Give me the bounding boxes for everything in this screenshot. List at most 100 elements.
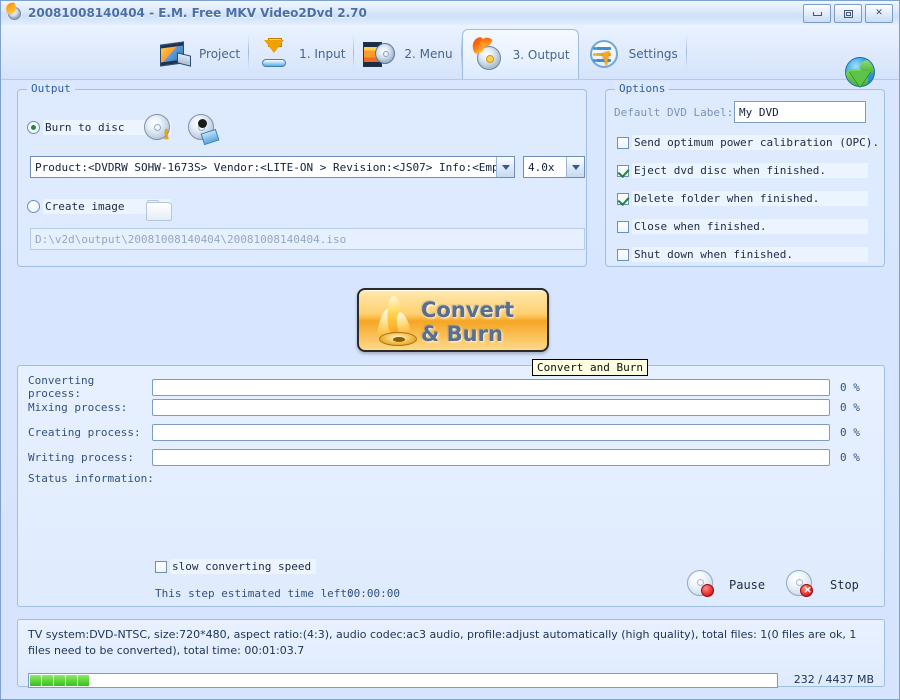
toolbar-item-project[interactable]: Project — [149, 31, 248, 77]
delete-folder-label: Delete folder when finished. — [632, 191, 868, 206]
minimize-button[interactable] — [803, 4, 831, 23]
convert-button-line2: & Burn — [421, 322, 503, 346]
eta-label: This step estimated time left: — [155, 587, 354, 600]
progress-row-writing: Writing process: 0 % — [28, 449, 880, 466]
chevron-down-icon[interactable] — [496, 157, 514, 177]
chevron-down-icon[interactable] — [566, 157, 584, 177]
mixing-process-bar — [152, 399, 830, 416]
main-toolbar: Project 1. Input 2. Menu 3. Output Setti… — [1, 25, 899, 87]
close-when-finished-label: Close when finished. — [632, 219, 868, 234]
application-window: 20081008140404 - E.M. Free MKV Video2Dvd… — [0, 0, 900, 700]
output-group: Output Burn to disc i Product:<DVDRW SOH… — [17, 82, 587, 267]
status-info-text: TV system:DVD-NTSC, size:720*480, aspect… — [28, 628, 857, 657]
toolbar-item-menu[interactable]: 2. Menu — [354, 31, 460, 77]
down-arrow-icon — [257, 37, 291, 71]
drive-select[interactable]: Product:<DVDRW SOHW-1673S> Vendor:<LITE-… — [30, 156, 515, 178]
status-information-label: Status information: — [28, 472, 154, 485]
toolbar-label-menu: 2. Menu — [404, 47, 453, 61]
image-path-value: D:\v2d\output\20081008140404\20081008140… — [35, 232, 347, 246]
window-controls: ✕ — [803, 4, 893, 23]
shutdown-label: Shut down when finished. — [632, 247, 868, 262]
toolbar-item-input[interactable]: 1. Input — [249, 31, 353, 77]
minimize-icon — [812, 11, 822, 16]
dvd-label-value: My DVD — [739, 105, 779, 119]
disc-stop-icon[interactable] — [786, 570, 813, 597]
dvd-label-caption: Default DVD Label: — [614, 106, 734, 119]
toolbar-item-output[interactable]: 3. Output — [461, 29, 579, 79]
maximize-icon — [843, 9, 853, 18]
mixing-process-percent: 0 % — [840, 401, 860, 414]
progress-panel: Converting process: 0 % Mixing process: … — [17, 365, 885, 607]
status-bar-panel: TV system:DVD-NTSC, size:720*480, aspect… — [17, 619, 885, 688]
close-icon: ✕ — [875, 8, 883, 18]
slow-converting-speed-label: slow converting speed — [170, 559, 316, 574]
converting-process-percent: 0 % — [840, 380, 860, 394]
disc-usage-fill — [30, 675, 776, 686]
checkbox-row-opc[interactable]: Send optimum power calibration (OPC). — [617, 135, 880, 150]
progress-row-creating: Creating process: 0 % — [28, 424, 880, 441]
maximize-button[interactable] — [834, 4, 862, 23]
output-group-title: Output — [27, 82, 75, 95]
checkbox-row-close[interactable]: Close when finished. — [617, 219, 868, 234]
stop-button-label[interactable]: Stop — [830, 578, 859, 592]
create-image-radio[interactable] — [27, 200, 40, 213]
checkbox-row-eject[interactable]: Eject dvd disc when finished. — [617, 163, 868, 178]
settings-list-cursor-icon — [587, 37, 621, 71]
opc-checkbox[interactable] — [617, 136, 629, 149]
slow-speed-row[interactable]: slow converting speed — [155, 559, 316, 574]
shutdown-checkbox[interactable] — [617, 248, 629, 261]
close-when-finished-checkbox[interactable] — [617, 220, 629, 233]
image-path-field[interactable]: D:\v2d\output\20081008140404\20081008140… — [30, 228, 585, 250]
disc-pause-icon[interactable] — [687, 570, 714, 597]
dvd-label-field[interactable]: My DVD — [734, 101, 866, 123]
toolbar-label-project: Project — [199, 47, 241, 61]
pause-button-label[interactable]: Pause — [729, 578, 765, 592]
creating-process-bar — [152, 424, 830, 441]
window-title: 20081008140404 - E.M. Free MKV Video2Dvd… — [28, 6, 367, 20]
convert-and-burn-button[interactable]: Convert & Burn — [357, 288, 549, 352]
burn-to-disc-radio[interactable] — [27, 121, 40, 134]
disc-usage-bar — [28, 673, 778, 688]
disc-info-icon[interactable]: i — [144, 114, 172, 142]
convert-button-line1: Convert — [421, 298, 515, 322]
disc-erase-icon[interactable] — [188, 114, 220, 146]
drive-select-value: Product:<DVDRW SOHW-1673S> Vendor:<LITE-… — [35, 160, 496, 174]
creating-process-percent: 0 % — [840, 426, 860, 439]
toolbar-items: Project 1. Input 2. Menu 3. Output Setti… — [149, 25, 687, 79]
flame-disc-icon — [373, 295, 423, 348]
disc-usage-text: 232 / 4437 MB — [793, 673, 874, 686]
writing-process-bar — [152, 449, 830, 466]
converting-process-label: Converting process: — [28, 374, 95, 400]
delete-folder-checkbox[interactable] — [617, 192, 629, 205]
folder-icon[interactable] — [146, 200, 172, 221]
close-button[interactable]: ✕ — [865, 4, 893, 23]
burning-disc-icon — [469, 34, 505, 72]
toolbar-label-input: 1. Input — [299, 47, 346, 61]
app-disc-flame-icon — [4, 2, 23, 21]
progress-row-mixing: Mixing process: 0 % — [28, 399, 880, 416]
film-strip-icon — [157, 37, 191, 71]
convert-button-tooltip: Convert and Burn — [532, 359, 648, 376]
toolbar-label-output: 3. Output — [512, 47, 570, 62]
toolbar-label-settings: Settings — [628, 47, 678, 61]
slow-converting-speed-checkbox[interactable] — [155, 560, 167, 573]
opc-label: Send optimum power calibration (OPC). — [632, 135, 880, 150]
convert-button-text: Convert & Burn — [421, 298, 545, 346]
options-group: Options Default DVD Label: My DVD Send o… — [605, 82, 885, 267]
mixing-process-label: Mixing process: — [28, 401, 128, 414]
eject-label: Eject dvd disc when finished. — [632, 163, 868, 178]
title-bar: 20081008140404 - E.M. Free MKV Video2Dvd… — [1, 1, 899, 26]
film-disc-icon — [362, 37, 396, 71]
eta-value: 00:00:00 — [347, 587, 400, 600]
checkbox-row-delete-folder[interactable]: Delete folder when finished. — [617, 191, 868, 206]
progress-row-converting: Converting process: 0 % — [28, 374, 880, 400]
converting-process-bar — [152, 378, 830, 396]
speed-select[interactable]: 4.0x — [523, 156, 585, 178]
speed-select-value: 4.0x — [528, 160, 555, 174]
checkbox-row-shutdown[interactable]: Shut down when finished. — [617, 247, 868, 262]
eject-checkbox[interactable] — [617, 164, 629, 177]
toolbar-item-settings[interactable]: Settings — [579, 31, 686, 77]
options-group-title: Options — [615, 82, 670, 95]
creating-process-label: Creating process: — [28, 426, 141, 439]
toolbar-separator — [685, 35, 687, 69]
